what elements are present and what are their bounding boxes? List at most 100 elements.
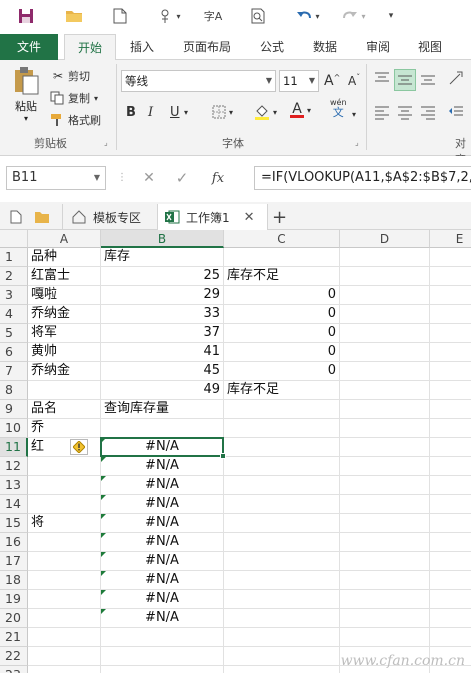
cell-c9[interactable] bbox=[224, 400, 340, 419]
cell-d11[interactable] bbox=[340, 438, 430, 457]
cell-a7[interactable]: 乔纳金 bbox=[28, 362, 101, 381]
cancel-icon[interactable]: ✕ bbox=[134, 170, 164, 186]
row-header[interactable]: 3 bbox=[0, 286, 28, 305]
font-name-combo[interactable]: 等线 ▼ bbox=[121, 70, 276, 92]
phonetic-button[interactable]: wén 文 bbox=[330, 98, 347, 124]
cell-b20[interactable]: #N/A bbox=[101, 609, 224, 628]
cell-b6[interactable]: 41 bbox=[101, 343, 224, 362]
row-header[interactable]: 19 bbox=[0, 590, 28, 609]
underline-dropdown-icon[interactable]: ▾ bbox=[184, 102, 188, 122]
cell-d17[interactable] bbox=[340, 552, 430, 571]
cell-a12[interactable] bbox=[28, 457, 101, 476]
cell-e9[interactable] bbox=[430, 400, 471, 419]
row-header[interactable]: 20 bbox=[0, 609, 28, 628]
cell-c16[interactable] bbox=[224, 533, 340, 552]
cell-c19[interactable] bbox=[224, 590, 340, 609]
cell-c8[interactable]: 库存不足 bbox=[224, 381, 340, 400]
select-all-corner[interactable] bbox=[0, 230, 28, 248]
customize-icon[interactable]: ▾ bbox=[384, 4, 398, 28]
cell-a2[interactable]: 红富士 bbox=[28, 267, 101, 286]
cell-a6[interactable]: 黄帅 bbox=[28, 343, 101, 362]
close-icon[interactable]: ✕ bbox=[244, 210, 255, 225]
cell-b11[interactable]: #N/A bbox=[101, 438, 224, 457]
cell-e3[interactable] bbox=[430, 286, 471, 305]
cell-d6[interactable] bbox=[340, 343, 430, 362]
borders-button[interactable]: ▾ bbox=[212, 102, 233, 122]
tab-template-zone[interactable]: 模板专区 bbox=[62, 204, 158, 230]
cell-e10[interactable] bbox=[430, 419, 471, 438]
cell-c18[interactable] bbox=[224, 571, 340, 590]
cell-d19[interactable] bbox=[340, 590, 430, 609]
tab-workbook[interactable]: 工作簿1 ✕ bbox=[158, 204, 268, 230]
cell-e7[interactable] bbox=[430, 362, 471, 381]
spreadsheet-grid[interactable]: A B C D E 1 品种 库存 2 红富士 25 库存不足 3 嘎啦 29 0 4 乔纳金 33 0 5 将军 37 0 6… bbox=[0, 230, 471, 673]
cell-d3[interactable] bbox=[340, 286, 430, 305]
copy-button[interactable]: 复制 ▾ bbox=[50, 88, 98, 108]
cell-b19[interactable]: #N/A bbox=[101, 590, 224, 609]
align-right-button[interactable] bbox=[420, 104, 438, 122]
cell-d13[interactable] bbox=[340, 476, 430, 495]
cell-c21[interactable] bbox=[224, 628, 340, 647]
add-tab-button[interactable]: + bbox=[272, 204, 287, 230]
cell-c20[interactable] bbox=[224, 609, 340, 628]
cell-e11[interactable] bbox=[430, 438, 471, 457]
cell-a18[interactable] bbox=[28, 571, 101, 590]
row-header[interactable]: 10 bbox=[0, 419, 28, 438]
folder-icon[interactable] bbox=[62, 4, 86, 28]
bold-button[interactable]: B bbox=[126, 102, 136, 122]
cell-d15[interactable] bbox=[340, 514, 430, 533]
cell-e6[interactable] bbox=[430, 343, 471, 362]
new-doc-icon[interactable] bbox=[108, 4, 132, 28]
row-header[interactable]: 18 bbox=[0, 571, 28, 590]
cell-e20[interactable] bbox=[430, 609, 471, 628]
cell-e4[interactable] bbox=[430, 305, 471, 324]
tab-formulas[interactable]: 公式 bbox=[250, 34, 294, 60]
cell-a9[interactable]: 品名 bbox=[28, 400, 101, 419]
cell-a13[interactable] bbox=[28, 476, 101, 495]
align-bottom-button[interactable] bbox=[420, 70, 438, 88]
row-header[interactable]: 8 bbox=[0, 381, 28, 400]
tab-insert[interactable]: 插入 bbox=[118, 34, 166, 60]
row-header[interactable]: 22 bbox=[0, 647, 28, 666]
cell-c3[interactable]: 0 bbox=[224, 286, 340, 305]
cell-b8[interactable]: 49 bbox=[101, 381, 224, 400]
cell-a4[interactable]: 乔纳金 bbox=[28, 305, 101, 324]
cell-a16[interactable] bbox=[28, 533, 101, 552]
cell-d7[interactable] bbox=[340, 362, 430, 381]
align-top-button[interactable] bbox=[374, 70, 392, 88]
cell-b9[interactable]: 查询库存量 bbox=[101, 400, 224, 419]
cut-button[interactable]: ✂ 剪切 bbox=[50, 66, 90, 86]
tab-view[interactable]: 视图 bbox=[408, 34, 452, 60]
cell-b23[interactable] bbox=[101, 666, 224, 673]
cell-b2[interactable]: 25 bbox=[101, 267, 224, 286]
font-size-combo[interactable]: 11 ▼ bbox=[279, 70, 319, 92]
cell-c14[interactable] bbox=[224, 495, 340, 514]
print-preview-icon[interactable] bbox=[246, 4, 270, 28]
touch-mode-icon[interactable]: ▾ bbox=[152, 4, 188, 28]
cell-c10[interactable] bbox=[224, 419, 340, 438]
row-header[interactable]: 23 bbox=[0, 666, 28, 673]
cell-c6[interactable]: 0 bbox=[224, 343, 340, 362]
cell-d2[interactable] bbox=[340, 267, 430, 286]
font-color-button[interactable]: A ▾ bbox=[290, 100, 311, 120]
shrink-font-button[interactable]: Aˇ bbox=[348, 71, 360, 91]
cell-b7[interactable]: 45 bbox=[101, 362, 224, 381]
cell-d4[interactable] bbox=[340, 305, 430, 324]
row-header[interactable]: 16 bbox=[0, 533, 28, 552]
cell-a10[interactable]: 乔 bbox=[28, 419, 101, 438]
cell-e2[interactable] bbox=[430, 267, 471, 286]
phonetic-dropdown-icon[interactable]: ▾ bbox=[352, 104, 356, 124]
column-header-b[interactable]: B bbox=[101, 230, 224, 248]
row-header[interactable]: 13 bbox=[0, 476, 28, 495]
row-header[interactable]: 21 bbox=[0, 628, 28, 647]
spellcheck-icon[interactable]: 字A bbox=[200, 4, 226, 28]
save-icon[interactable] bbox=[14, 4, 38, 28]
cell-d20[interactable] bbox=[340, 609, 430, 628]
cell-a22[interactable] bbox=[28, 647, 101, 666]
tab-page-layout[interactable]: 页面布局 bbox=[172, 34, 242, 60]
underline-button[interactable]: U bbox=[170, 102, 180, 122]
enter-icon[interactable]: ✓ bbox=[164, 169, 200, 187]
row-header[interactable]: 11 bbox=[0, 438, 28, 457]
cell-c7[interactable]: 0 bbox=[224, 362, 340, 381]
cell-c2[interactable]: 库存不足 bbox=[224, 267, 340, 286]
